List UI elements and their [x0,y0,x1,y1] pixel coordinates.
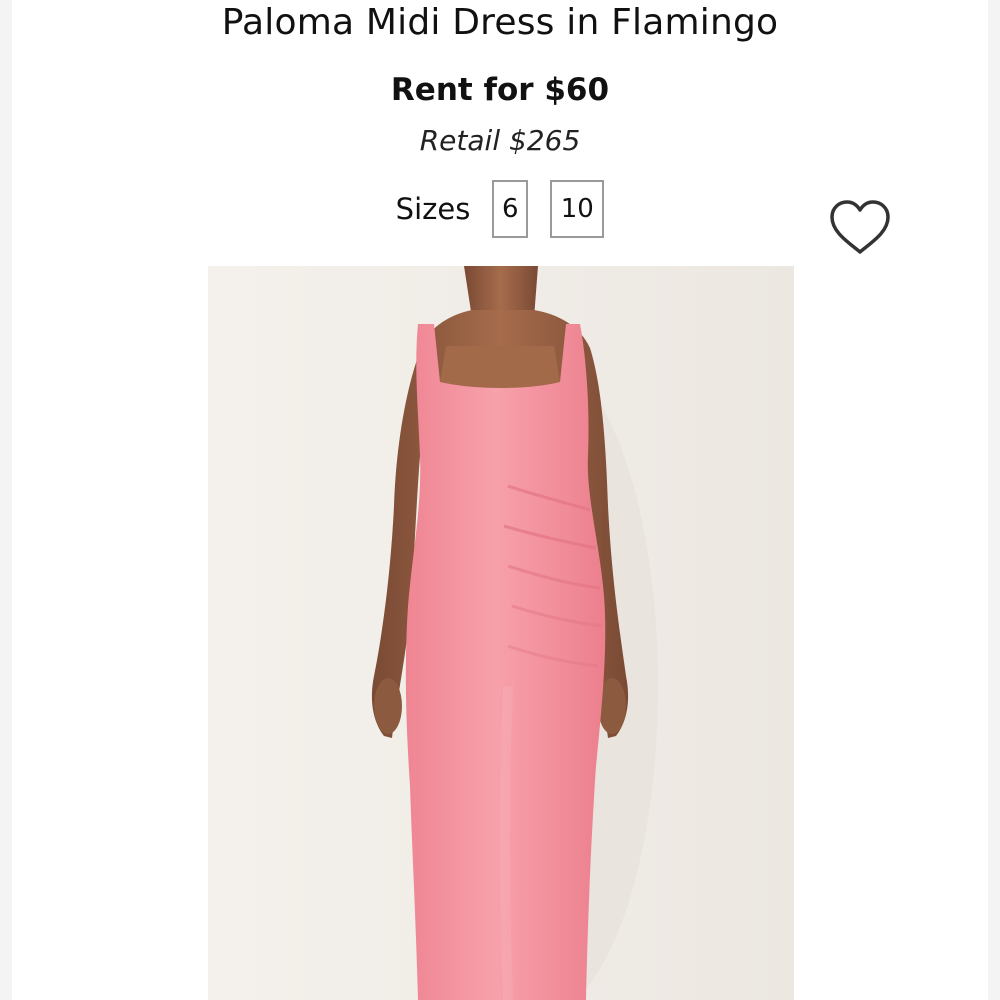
rent-price: Rent for $60 [390,72,610,108]
product-image[interactable] [208,266,794,1000]
size-option-10[interactable]: 10 [550,180,605,238]
sizes-label: Sizes [395,192,471,226]
heart-outline-icon [830,200,890,254]
favorite-button[interactable] [826,196,894,258]
retail-price: Retail $265 [419,124,581,157]
model-photo [208,266,794,1000]
size-option-6[interactable]: 6 [492,180,529,238]
product-title: Paloma Midi Dress in Flamingo [221,2,779,43]
